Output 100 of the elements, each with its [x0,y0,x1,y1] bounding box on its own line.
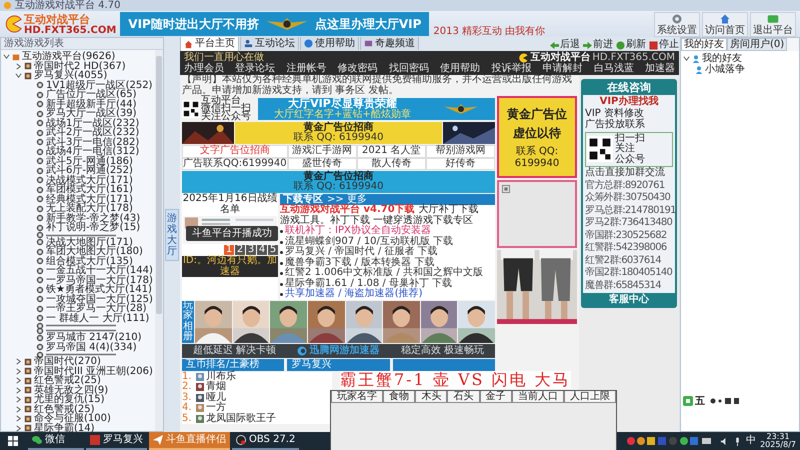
page-number[interactable]: 4 [257,245,267,255]
text-link[interactable]: 游戏汇手游网 [288,145,357,158]
toolbar-button[interactable]: 后退 [550,39,580,51]
section-tab[interactable]: 罗马复兴 [287,358,390,370]
download-link[interactable]: 互动游戏对战平台 v4.70下载 [280,205,415,216]
collapsed-caret-icon[interactable] [15,406,22,413]
expanded-caret-icon[interactable] [683,55,690,62]
download-link[interactable]: 星际争霸1.61 / 1.08 / 母巢补丁 下载 [285,278,452,289]
tree-item[interactable]: 战场1厅一战区(232) [46,118,140,128]
text-link[interactable]: 2021 名人堂 [356,145,426,158]
nav-link[interactable]: 办理会员 [184,63,224,74]
tree-item[interactable]: 军团大地图大厅(180) [46,247,143,256]
page-number[interactable]: 1 [224,245,234,255]
friend-item[interactable]: 小城落争 [705,64,745,74]
panel-tab[interactable]: 我的好友 [681,38,727,51]
tree-item[interactable]: 帝国时代III 亚洲王朝(206) [34,366,153,376]
nav-link[interactable]: 投诉举报 [491,63,532,74]
tree-item[interactable]: 红色警戒2(25) [34,376,101,386]
nav-link[interactable]: 白马浅蓝 [594,63,634,74]
tree-item[interactable]: 罗马复兴(4055) [34,71,108,80]
collapsed-caret-icon[interactable] [15,386,22,394]
start-icon[interactable] [8,436,18,446]
browser-tab[interactable]: 平台主页 [180,36,239,51]
tree-item[interactable]: 决战大地图厅(171) [46,238,133,247]
header-button[interactable]: 退出平台 [750,12,796,36]
download-link[interactable]: 红警2 1.006中文标准版 / 共和国之辉中文版 [285,268,483,278]
tree-item[interactable]: 决战模式大厅(171) [46,176,133,185]
download-link[interactable]: 联机补丁：IPX协议全自动安装器 [285,226,431,236]
tree-item[interactable]: 战场4厅一电信(312) [46,147,140,156]
game-hall-tab[interactable]: 游戏大厅 [165,208,179,260]
download-link[interactable]: 大厅补丁下载 [418,205,479,216]
text-link[interactable]: 盛世传奇 [288,158,357,170]
tree-item[interactable]: 一金五战十一大厅(144) [46,266,153,276]
header-button[interactable]: 系统设置 [654,12,700,36]
tree-item[interactable]: 帝国时代(270) [34,357,101,366]
nav-link[interactable]: 注册帐号 [286,63,326,74]
nav-link[interactable]: 登录论坛 [235,63,276,74]
nav-link[interactable]: 修改密码 [338,63,378,74]
group-link[interactable]: 帝国群:230525682 [585,230,673,241]
tree-item[interactable]: 武斗6厅-网通(252) [46,166,133,176]
text-link[interactable]: 散人传奇 [356,158,426,170]
more-link[interactable]: >> 更多 [327,194,367,205]
tree-item[interactable]: 罗马城市 2147(210) [46,333,142,342]
site-logo[interactable]: 互动对战平台 HD.FXT365.COM [518,52,675,63]
toolbar-button[interactable]: 刷新 [616,39,646,51]
download-link[interactable]: 共享加速器 / 海盗加速器(推荐) [285,289,423,300]
panel-tab[interactable]: 房间用户(0) [727,38,788,51]
text-link[interactable]: 文字广告位招商 [182,145,288,158]
header-button[interactable]: 访问首页 [702,12,748,36]
taskbar-app[interactable]: 罗马复兴 [86,432,147,450]
ad-banner[interactable]: 黄金广告位招商 联系 QQ: 6199940 [182,171,495,193]
ad-panel[interactable]: 黄金广告位 虚位以待 联系 QQ: 6199940 [497,96,577,178]
nav-link[interactable]: 加速器 [644,63,675,74]
tree-item[interactable]: 新手教学-帝之梦(43) [46,214,140,223]
group-link[interactable]: 罗马2群:736413480 [585,217,673,228]
taskbar-app[interactable]: OBS 27.2 [232,432,300,450]
tree-item[interactable]: 帝国时代2 HD(367) [34,62,126,71]
download-link[interactable]: 流星蝴蝶剑907 / 10/互动联机版 下载 [285,236,454,247]
nav-link[interactable]: 使用帮助 [440,63,480,74]
collapsed-caret-icon[interactable] [15,415,22,422]
tree-item[interactable]: 一 群雄人一 大厅(111) [46,314,150,323]
collapsed-caret-icon[interactable] [15,396,22,404]
tree-item[interactable]: 军团模式大厅(161) [46,185,133,194]
tree-item[interactable]: 经典模式大厅(171) [46,194,133,204]
nav-link[interactable]: 找回密码 [388,63,429,74]
tree-item[interactable]: 武斗3厅一电信(282) [46,138,140,147]
input-method-bar[interactable]: 五 [681,393,799,409]
download-link[interactable]: 罗马复兴 / 帝国时代 / 征服者 下载 [285,247,438,258]
group-link[interactable]: 红警群:542398006 [585,242,673,254]
collapsed-caret-icon[interactable] [15,377,22,384]
tree-item[interactable]: 一帝王罗马一大厅(28) [46,304,147,314]
collapsed-caret-icon[interactable] [15,62,22,70]
language-indicator[interactable]: 中 [746,435,756,447]
page-number[interactable]: 5 [268,245,278,255]
section-tab[interactable]: 互币排名/土豪榜 [182,358,284,370]
service-center-button[interactable]: 客服中心 [583,293,675,306]
collapsed-caret-icon[interactable] [15,424,22,432]
group-link[interactable]: 帝国2群:180405140 [585,267,673,278]
scrollbar[interactable] [155,50,163,431]
expanded-caret-icon[interactable] [15,72,22,80]
tree-item[interactable]: 命令与征服(100) [34,414,111,424]
toolbar-button[interactable]: 停止 [649,39,679,51]
nav-link[interactable]: 申请解封 [542,63,583,74]
text-link[interactable]: 好传奇 [426,158,495,170]
text-link[interactable]: 广告联系QQ:6199940 [182,158,288,170]
tree-item[interactable]: 一罗马帝国一大厅(178) [46,276,153,285]
tree-item[interactable]: 补丁说明-帝之梦(15) [46,223,140,232]
ad-banner[interactable]: 黄金广告位招商 联系 QQ: 6199940 [235,122,442,144]
toolbar-button[interactable]: 前进 [583,39,613,51]
friend-item[interactable]: 我的好友 [702,54,742,64]
download-link[interactable]: 魔兽争霸3下载 / 版本转换器 下载 [285,258,434,268]
tree-item[interactable]: 英雄无敌之四(9) [34,386,108,395]
tree-item[interactable]: 广告位厅一战区(65) [46,90,137,100]
clock[interactable]: 23:31 2025/8/7 [760,432,796,450]
tree-item[interactable]: 互动游戏平台(9626) [22,52,116,62]
browser-tab[interactable]: 使用帮助 [300,36,359,50]
browser-tab[interactable]: 互动论坛 [240,36,299,50]
browser-tab[interactable]: 奇趣频道 [360,36,419,50]
tree-item[interactable]: 新手超级新手厅(44) [46,100,137,109]
group-link[interactable]: 红警2群:6037614 [585,254,673,266]
